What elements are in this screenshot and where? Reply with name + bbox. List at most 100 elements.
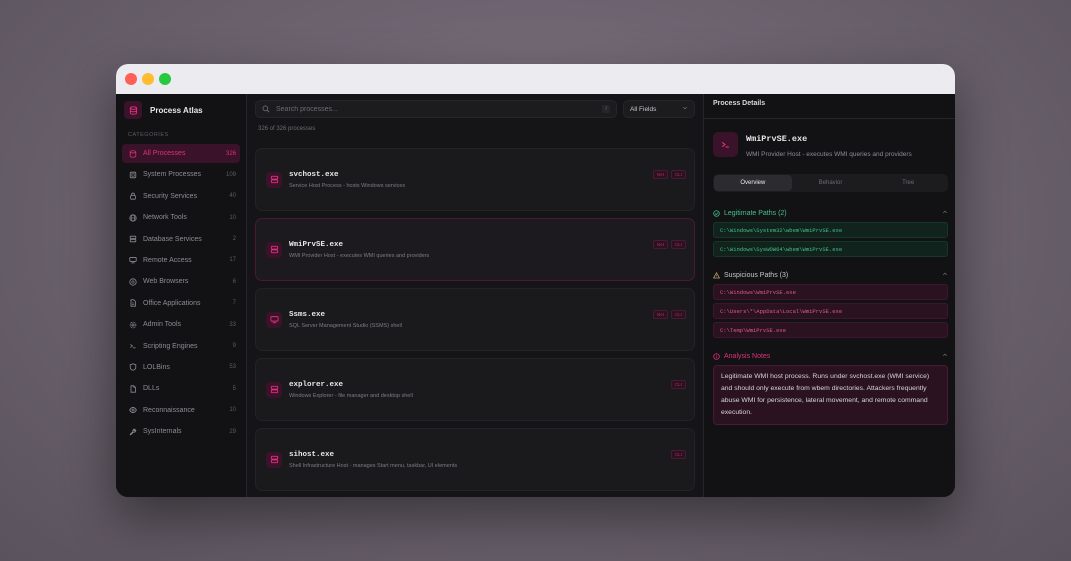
categories-label: CATEGORIES [128,132,169,138]
suspicious-path-item: C:\Users\*\AppData\Local\WmiPrvSE.exe [713,303,948,319]
process-tag: CLI [670,170,686,179]
sidebar-item-count: 7 [232,300,236,307]
process-tag: CLI [670,310,686,319]
search-input[interactable] [276,105,597,113]
sidebar-item-count: 17 [229,257,236,264]
terminal-icon [128,342,137,351]
info-icon [713,347,720,365]
sidebar-item-label: Remote Access [143,256,192,264]
lock-icon [128,192,137,201]
process-list: svchost.exe Service Host Process - hosts … [255,148,695,491]
sidebar-item-label: SysInternals [143,428,182,436]
process-card[interactable]: explorer.exe Windows Explorer - file mana… [255,358,695,421]
sidebar-item-reconnaissance[interactable]: Reconnaissance 10 [122,401,240,420]
process-tags: Net CLI [652,240,686,249]
legit-path-item: C:\Windows\System32\wbem\WmiPrvSE.exe [713,222,948,238]
sidebar-item-label: Database Services [143,235,202,243]
results-count: 326 of 326 processes [258,126,316,132]
eye-icon [128,406,137,415]
process-description: Service Host Process - hosts Windows ser… [289,182,406,189]
chevron-up-icon [942,209,948,217]
process-name: WmiPrvSE.exe [289,240,344,249]
process-description: Shell Infrastructure Host - manages Star… [289,462,458,469]
sidebar-item-label: LOLBins [143,363,170,371]
brand: Process Atlas [124,100,240,120]
sidebar-item-office-applications[interactable]: Office Applications 7 [122,294,240,313]
sidebar-item-dlls[interactable]: DLLs 5 [122,379,240,398]
sidebar-item-label: Network Tools [143,214,187,222]
process-tag: CLI [670,240,686,249]
process-tag: Net [652,240,668,249]
sidebar-item-count: 29 [229,428,236,435]
chevron-down-icon [682,105,688,113]
sidebar-item-label: Security Services [143,192,198,200]
process-name: svchost.exe [289,170,339,179]
process-card[interactable]: Ssms.exe SQL Server Management Studio (SS… [255,288,695,351]
server-icon [266,171,282,188]
sidebar-item-network-tools[interactable]: Network Tools 10 [122,208,240,227]
sidebar-item-label: Reconnaissance [143,406,195,414]
app-window: Process Atlas CATEGORIES All Processes 32… [116,64,955,497]
database-icon [124,101,142,119]
shortcut-hint: / [602,105,610,113]
sidebar-item-admin-tools[interactable]: Admin Tools 33 [122,315,240,334]
sidebar-item-all-processes[interactable]: All Processes 326 [122,144,240,163]
process-name: Ssms.exe [289,310,326,319]
sidebar-item-scripting-engines[interactable]: Scripting Engines 9 [122,337,240,356]
process-tag: CLI [670,450,686,459]
sidebar-item-security-services[interactable]: Security Services 40 [122,187,240,206]
suspicious-paths-title: Suspicious Paths (3) [724,271,789,279]
sidebar-item-count: 9 [232,343,236,350]
sidebar-item-label: System Processes [143,171,201,179]
field-select[interactable]: All Fields [623,100,695,118]
title-bar [116,64,955,94]
remote-icon [128,256,137,265]
server-icon [266,451,282,468]
sidebar-item-count: 10 [229,407,236,414]
analysis-notes-title: Analysis Notes [724,352,771,360]
shield-icon [128,363,137,372]
search-box: / [255,100,617,118]
minimize-window-button[interactable] [142,73,154,85]
chevron-up-icon [942,352,948,360]
panel-title: Process Details [713,100,766,107]
maximize-window-button[interactable] [159,73,171,85]
sidebar-item-count: 326 [225,150,236,157]
field-select-value: All Fields [630,105,657,113]
sidebar-item-label: All Processes [143,150,186,157]
close-window-button[interactable] [125,73,137,85]
sidebar-item-remote-access[interactable]: Remote Access 17 [122,251,240,270]
process-card[interactable]: svchost.exe Service Host Process - hosts … [255,148,695,211]
sidebar-item-count: 2 [232,236,236,243]
legit-paths-header[interactable]: Legitimate Paths (2) [713,207,948,219]
divider [704,118,955,119]
document-icon [128,299,137,308]
sidebar-item-count: 40 [229,193,236,200]
legit-paths-title: Legitimate Paths (2) [724,209,787,217]
detail-process-name: WmiPrvSE.exe [746,134,808,144]
tab-tree[interactable]: Tree [869,175,947,191]
tab-overview[interactable]: Overview [714,175,792,191]
sidebar-item-system-processes[interactable]: System Processes 109 [122,165,240,184]
sidebar-item-database-services[interactable]: Database Services 2 [122,230,240,249]
category-list: All Processes 326 System Processes 109 Secur… [122,144,240,441]
sidebar-item-web-browsers[interactable]: Web Browsers 6 [122,272,240,291]
process-card[interactable]: sihost.exe Shell Infrastructure Host - ma… [255,428,695,491]
terminal-icon [713,132,738,157]
process-list-pane: / All Fields 326 of 326 processes svchos… [247,94,704,497]
sidebar-item-lolbins[interactable]: LOLBins 53 [122,358,240,377]
analysis-notes-header[interactable]: Analysis Notes [713,350,948,362]
process-name: sihost.exe [289,450,335,459]
server-icon [128,235,137,244]
process-description: Windows Explorer - file manager and desk… [289,392,413,399]
sidebar-item-sysinternals[interactable]: SysInternals 29 [122,422,240,441]
wrench-icon [128,427,137,436]
detail-header: WmiPrvSE.exe WMI Provider Host - execute… [713,132,948,158]
process-card[interactable]: WmiPrvSE.exe WMI Provider Host - executes… [255,218,695,281]
sidebar-item-count: 33 [229,321,236,328]
suspicious-paths-header[interactable]: Suspicious Paths (3) [712,269,948,281]
suspicious-path-item: C:\Temp\WmiPrvSE.exe [713,322,948,338]
check-circle-icon [713,204,720,222]
tab-behavior[interactable]: Behavior [792,175,870,191]
sidebar-item-label: DLLs [143,385,160,393]
